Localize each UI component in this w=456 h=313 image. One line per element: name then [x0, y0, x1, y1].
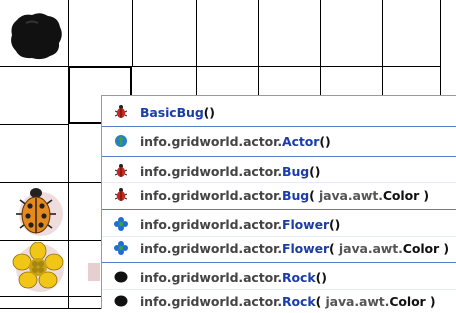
pink-marker — [88, 263, 100, 281]
grid-cell[interactable] — [0, 125, 69, 183]
rock-icon — [114, 270, 128, 284]
menu-separator — [102, 126, 456, 127]
menu-item-bug-color[interactable]: info.gridworld.actor.Bug( java.awt.Color… — [102, 183, 456, 207]
grid-cell[interactable] — [69, 125, 102, 183]
package-label: info.gridworld.actor. — [140, 187, 283, 203]
arg-label: java.awt. — [334, 240, 403, 256]
grid-cell[interactable] — [259, 67, 321, 97]
paren-close: ) — [324, 133, 331, 149]
paren-close: Color ) — [389, 293, 436, 309]
grid-cell[interactable] — [321, 67, 383, 97]
menu-separator — [102, 209, 456, 210]
grid-cell[interactable] — [69, 297, 102, 309]
bug-icon — [114, 164, 128, 178]
flower-icon[interactable] — [8, 242, 68, 294]
grid-cell[interactable] — [69, 183, 102, 241]
class-name: Bug — [282, 187, 310, 203]
bug-icon[interactable] — [10, 186, 68, 238]
rock-icon[interactable] — [8, 11, 64, 61]
arg-label: java.awt. — [321, 293, 390, 309]
grid-cell[interactable] — [383, 0, 441, 67]
class-name: Rock — [282, 293, 316, 309]
grid-cell[interactable] — [0, 297, 69, 309]
menu-item-actor[interactable]: info.gridworld.actor.Actor() — [102, 129, 456, 153]
package-label: info.gridworld.actor. — [140, 133, 283, 149]
actor-icon — [114, 134, 128, 148]
rock-icon — [114, 294, 128, 308]
bug-icon — [114, 188, 128, 202]
menu-separator — [102, 262, 456, 263]
menu-item-bug[interactable]: info.gridworld.actor.Bug() — [102, 159, 456, 183]
grid-cell[interactable] — [69, 0, 133, 67]
grid-cell[interactable] — [383, 67, 441, 97]
class-name: Actor — [282, 133, 320, 149]
grid-cell[interactable] — [197, 0, 259, 67]
menu-item-rock-color[interactable]: info.gridworld.actor.Rock( java.awt.Colo… — [102, 289, 456, 313]
paren-close: Color ) — [382, 187, 430, 203]
class-name: BasicBug — [140, 104, 204, 120]
paren-close: ) — [321, 269, 327, 285]
package-label: info.gridworld.actor. — [140, 269, 283, 285]
class-name: Flower — [282, 240, 330, 256]
grid-cell[interactable] — [259, 0, 321, 67]
paren-close: ) — [334, 216, 341, 232]
grid-cell[interactable] — [321, 0, 383, 67]
class-name: Rock — [282, 269, 316, 285]
menu-item-flower[interactable]: info.gridworld.actor.Flower() — [102, 212, 456, 236]
grid-cell[interactable] — [133, 67, 197, 97]
package-label: info.gridworld.actor. — [140, 163, 283, 179]
paren-close: ) — [209, 104, 215, 120]
menu-item-basicbug[interactable]: BasicBug() — [102, 100, 456, 124]
package-label: info.gridworld.actor. — [140, 240, 283, 256]
paren-close: ) — [314, 163, 321, 179]
class-name: Bug — [282, 163, 310, 179]
grid-cell[interactable] — [133, 0, 197, 67]
menu-separator — [102, 156, 456, 157]
paren-close: Color ) — [402, 240, 449, 256]
arg-label: java.awt. — [314, 187, 383, 203]
flower-icon — [114, 217, 128, 231]
package-label: info.gridworld.actor. — [140, 216, 283, 232]
package-label: info.gridworld.actor. — [140, 293, 283, 309]
constructor-menu: BasicBug() info.gridworld.actor.Actor() … — [101, 95, 456, 309]
grid-cell[interactable] — [0, 67, 69, 125]
menu-item-rock[interactable]: info.gridworld.actor.Rock() — [102, 265, 456, 289]
class-name: Flower — [282, 216, 330, 232]
flower-icon — [114, 241, 128, 255]
menu-item-flower-color[interactable]: info.gridworld.actor.Flower( java.awt.Co… — [102, 236, 456, 260]
bug-icon — [114, 105, 128, 119]
grid-cell[interactable] — [197, 67, 259, 97]
